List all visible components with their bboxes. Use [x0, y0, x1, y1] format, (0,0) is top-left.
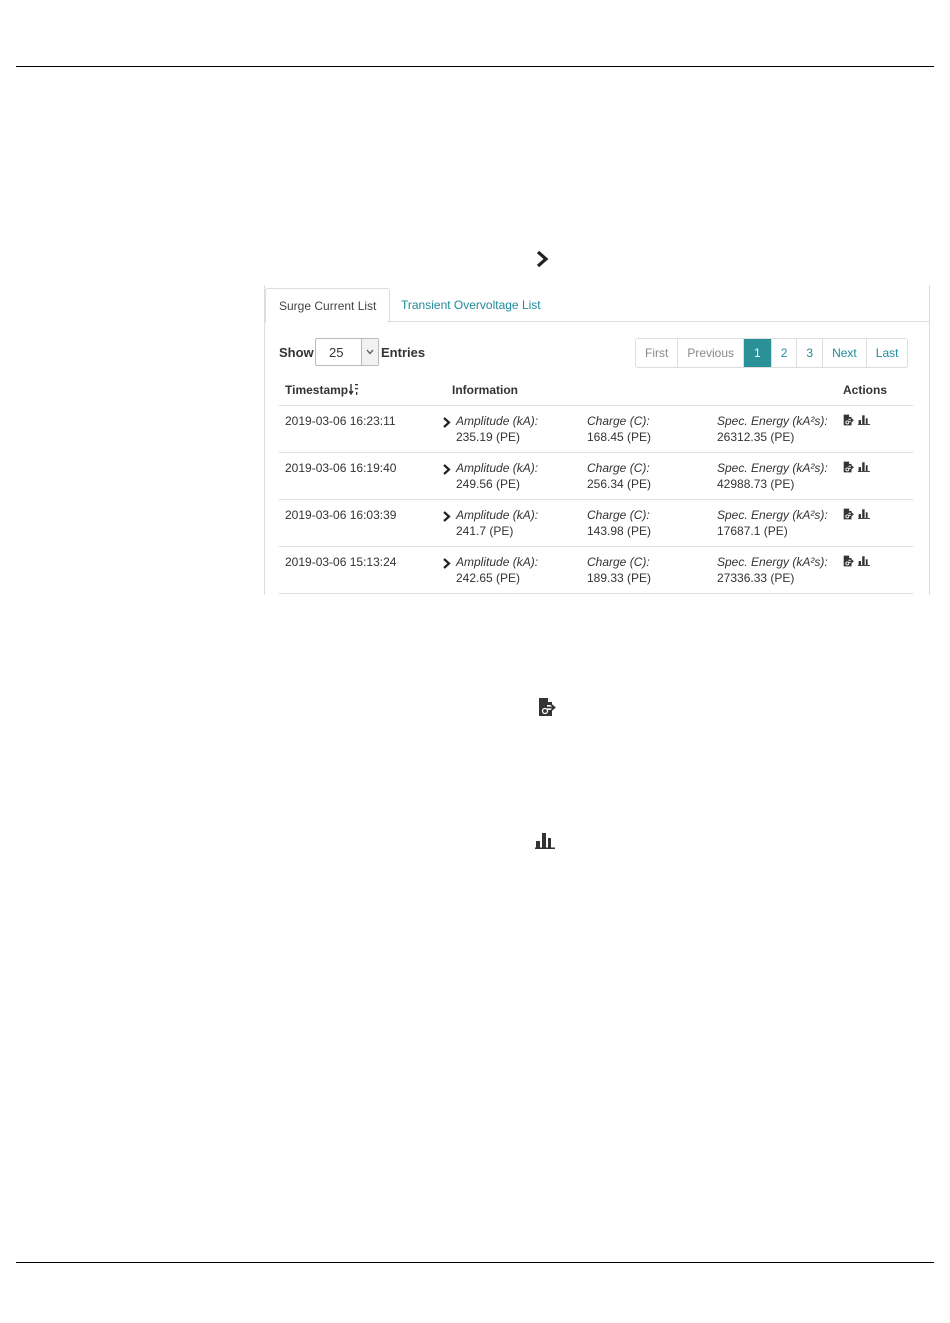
- charge-label: Charge (C):: [587, 414, 650, 428]
- file-export-icon[interactable]: [843, 461, 854, 473]
- tab-divider: [387, 321, 929, 322]
- header-rule: [16, 66, 934, 67]
- row-energy: Spec. Energy (kA²s): 17687.1 (PE): [717, 507, 828, 539]
- energy-value: 27336.33 (PE): [717, 571, 795, 585]
- energy-value: 26312.35 (PE): [717, 430, 795, 444]
- bar-chart-icon[interactable]: [858, 461, 870, 472]
- chevron-right-icon[interactable]: [442, 558, 451, 569]
- pagination: First Previous 1 2 3 Next Last: [635, 338, 909, 368]
- row-timestamp: 2019-03-06 16:23:11: [285, 414, 396, 428]
- row-amplitude: Amplitude (kA): 242.65 (PE): [456, 554, 538, 586]
- energy-label: Spec. Energy (kA²s):: [717, 461, 828, 475]
- row-charge: Charge (C): 189.33 (PE): [587, 554, 651, 586]
- page-next-button[interactable]: Next: [822, 339, 866, 367]
- row-timestamp: 2019-03-06 16:19:40: [285, 461, 397, 475]
- row-actions: [843, 414, 874, 430]
- bar-chart-icon[interactable]: [858, 508, 870, 519]
- row-actions: [843, 555, 874, 571]
- row-energy: Spec. Energy (kA²s): 26312.35 (PE): [717, 413, 828, 445]
- tab-bar: Surge Current List Transient Overvoltage…: [265, 285, 929, 323]
- file-export-icon[interactable]: [843, 555, 854, 567]
- chevron-right-icon: [536, 250, 549, 268]
- amplitude-value: 235.19 (PE): [456, 430, 521, 444]
- row-energy: Spec. Energy (kA²s): 27336.33 (PE): [717, 554, 828, 586]
- chevron-right-icon[interactable]: [442, 417, 451, 428]
- charge-label: Charge (C):: [587, 508, 650, 522]
- table-body: 2019-03-06 16:23:11 Amplitude (kA): 235.19…: [279, 406, 913, 594]
- row-actions: [843, 508, 874, 524]
- energy-label: Spec. Energy (kA²s):: [717, 555, 828, 569]
- row-actions: [843, 461, 874, 477]
- timestamp-header[interactable]: Timestamp: [285, 383, 359, 397]
- page-previous-button[interactable]: Previous: [677, 339, 744, 367]
- amplitude-value: 242.65 (PE): [456, 571, 521, 585]
- entries-label: Entries: [381, 345, 426, 360]
- row-charge: Charge (C): 168.45 (PE): [587, 413, 651, 445]
- file-export-icon[interactable]: [843, 414, 854, 426]
- charge-value: 143.98 (PE): [587, 524, 652, 538]
- row-amplitude: Amplitude (kA): 249.56 (PE): [456, 460, 538, 492]
- energy-label: Spec. Energy (kA²s):: [717, 414, 828, 428]
- energy-label: Spec. Energy (kA²s):: [717, 508, 828, 522]
- table-row: 2019-03-06 16:03:39 Amplitude (kA): 241.7 …: [279, 500, 913, 547]
- entries-select-value: 25: [329, 345, 344, 360]
- amplitude-label: Amplitude (kA):: [456, 461, 539, 475]
- show-label: Show: [279, 345, 314, 360]
- select-arrow[interactable]: [361, 339, 378, 365]
- amplitude-label: Amplitude (kA):: [456, 508, 539, 522]
- bar-chart-icon[interactable]: [858, 414, 870, 425]
- amplitude-label: Amplitude (kA):: [456, 414, 539, 428]
- page-1-button[interactable]: 1: [743, 339, 771, 367]
- chevron-right-icon[interactable]: [442, 464, 451, 475]
- amplitude-value: 249.56 (PE): [456, 477, 521, 491]
- chevron-down-icon: [366, 349, 374, 355]
- actions-header: Actions: [843, 383, 888, 397]
- row-amplitude: Amplitude (kA): 241.7 (PE): [456, 507, 538, 539]
- row-charge: Charge (C): 143.98 (PE): [587, 507, 651, 539]
- row-timestamp: 2019-03-06 16:03:39: [285, 508, 397, 522]
- row-charge: Charge (C): 256.34 (PE): [587, 460, 651, 492]
- table-row: 2019-03-06 16:23:11 Amplitude (kA): 235.19…: [279, 406, 913, 453]
- page-first-button[interactable]: First: [636, 339, 678, 367]
- charge-label: Charge (C):: [587, 461, 650, 475]
- amplitude-value: 241.7 (PE): [456, 524, 514, 538]
- row-amplitude: Amplitude (kA): 235.19 (PE): [456, 413, 538, 445]
- charge-value: 189.33 (PE): [587, 571, 652, 585]
- surge-table: Timestamp Information Actions 2019-03-06…: [279, 379, 913, 594]
- charge-value: 256.34 (PE): [587, 477, 652, 491]
- table-header: Timestamp Information Actions: [279, 379, 913, 406]
- file-export-icon[interactable]: [843, 508, 854, 520]
- energy-value: 17687.1 (PE): [717, 524, 788, 538]
- bar-chart-icon[interactable]: [858, 555, 870, 566]
- table-row: 2019-03-06 16:19:40 Amplitude (kA): 249.56…: [279, 453, 913, 500]
- row-timestamp: 2019-03-06 15:13:24: [285, 555, 397, 569]
- energy-value: 42988.73 (PE): [717, 477, 795, 491]
- tab-surge-current-list[interactable]: Surge Current List: [265, 288, 391, 323]
- information-header: Information: [452, 383, 518, 397]
- tab-transient-overvoltage-list[interactable]: Transient Overvoltage List: [388, 288, 554, 322]
- charge-value: 168.45 (PE): [587, 430, 652, 444]
- charge-label: Charge (C):: [587, 555, 650, 569]
- sort-descending-icon[interactable]: [349, 383, 359, 396]
- chevron-right-icon[interactable]: [442, 511, 451, 522]
- surge-list-panel: Surge Current List Transient Overvoltage…: [264, 285, 930, 595]
- page-2-button[interactable]: 2: [770, 339, 797, 367]
- footer-rule: [16, 1262, 934, 1263]
- entries-select[interactable]: 25: [315, 338, 379, 366]
- amplitude-label: Amplitude (kA):: [456, 555, 539, 569]
- file-export-icon: [539, 698, 556, 716]
- table-row: 2019-03-06 15:13:24 Amplitude (kA): 242.65…: [279, 547, 913, 594]
- page-last-button[interactable]: Last: [865, 339, 908, 367]
- bar-chart-icon: [535, 833, 555, 849]
- timestamp-header-label: Timestamp: [285, 383, 349, 397]
- page-3-button[interactable]: 3: [796, 339, 823, 367]
- row-energy: Spec. Energy (kA²s): 42988.73 (PE): [717, 460, 828, 492]
